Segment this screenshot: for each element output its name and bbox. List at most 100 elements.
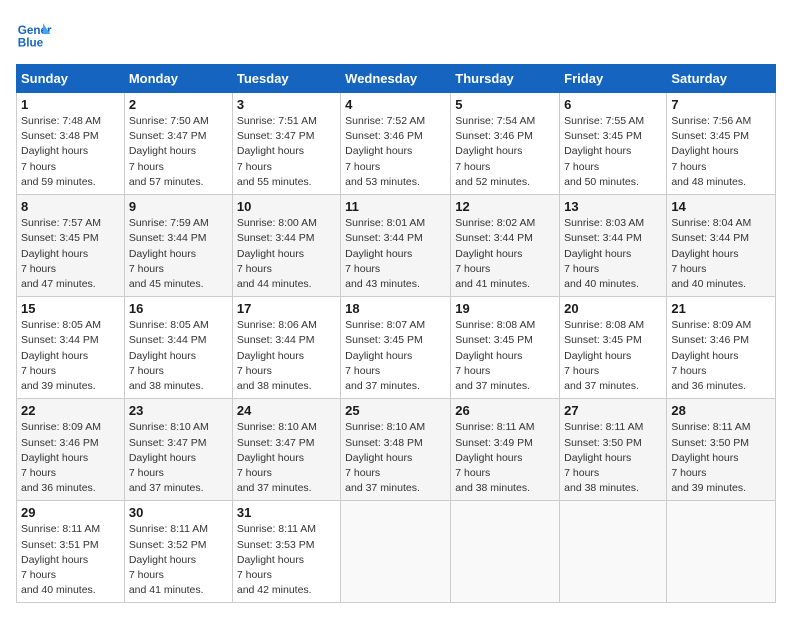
day-info: Sunrise: 7:54 AM Sunset: 3:46 PM Dayligh… xyxy=(455,114,555,190)
day-info: Sunrise: 8:06 AM Sunset: 3:44 PM Dayligh… xyxy=(237,318,336,394)
header-thursday: Thursday xyxy=(451,65,560,93)
day-number: 8 xyxy=(21,199,120,214)
calendar-cell: 20 Sunrise: 8:08 AM Sunset: 3:45 PM Dayl… xyxy=(560,297,667,399)
day-info: Sunrise: 8:10 AM Sunset: 3:47 PM Dayligh… xyxy=(129,420,228,496)
day-number: 10 xyxy=(237,199,336,214)
svg-text:Blue: Blue xyxy=(18,37,44,50)
day-info: Sunrise: 8:11 AM Sunset: 3:50 PM Dayligh… xyxy=(564,420,662,496)
day-number: 27 xyxy=(564,403,662,418)
calendar-table: SundayMondayTuesdayWednesdayThursdayFrid… xyxy=(16,64,776,603)
day-number: 25 xyxy=(345,403,446,418)
calendar-cell: 9 Sunrise: 7:59 AM Sunset: 3:44 PM Dayli… xyxy=(124,195,232,297)
page-header: General Blue xyxy=(16,16,776,52)
calendar-week-5: 29 Sunrise: 8:11 AM Sunset: 3:51 PM Dayl… xyxy=(17,501,776,603)
calendar-cell: 25 Sunrise: 8:10 AM Sunset: 3:48 PM Dayl… xyxy=(341,399,451,501)
day-info: Sunrise: 7:55 AM Sunset: 3:45 PM Dayligh… xyxy=(564,114,662,190)
day-info: Sunrise: 8:05 AM Sunset: 3:44 PM Dayligh… xyxy=(129,318,228,394)
calendar-cell: 11 Sunrise: 8:01 AM Sunset: 3:44 PM Dayl… xyxy=(341,195,451,297)
calendar-cell: 27 Sunrise: 8:11 AM Sunset: 3:50 PM Dayl… xyxy=(560,399,667,501)
calendar-cell: 13 Sunrise: 8:03 AM Sunset: 3:44 PM Dayl… xyxy=(560,195,667,297)
logo: General Blue xyxy=(16,16,56,52)
day-info: Sunrise: 7:50 AM Sunset: 3:47 PM Dayligh… xyxy=(129,114,228,190)
calendar-week-1: 1 Sunrise: 7:48 AM Sunset: 3:48 PM Dayli… xyxy=(17,93,776,195)
day-number: 4 xyxy=(345,97,446,112)
day-number: 2 xyxy=(129,97,228,112)
day-info: Sunrise: 7:48 AM Sunset: 3:48 PM Dayligh… xyxy=(21,114,120,190)
day-number: 12 xyxy=(455,199,555,214)
calendar-header-row: SundayMondayTuesdayWednesdayThursdayFrid… xyxy=(17,65,776,93)
calendar-week-2: 8 Sunrise: 7:57 AM Sunset: 3:45 PM Dayli… xyxy=(17,195,776,297)
header-sunday: Sunday xyxy=(17,65,125,93)
calendar-cell: 17 Sunrise: 8:06 AM Sunset: 3:44 PM Dayl… xyxy=(232,297,340,399)
day-info: Sunrise: 8:04 AM Sunset: 3:44 PM Dayligh… xyxy=(671,216,771,292)
day-info: Sunrise: 7:57 AM Sunset: 3:45 PM Dayligh… xyxy=(21,216,120,292)
calendar-cell xyxy=(560,501,667,603)
calendar-cell: 18 Sunrise: 8:07 AM Sunset: 3:45 PM Dayl… xyxy=(341,297,451,399)
day-info: Sunrise: 8:11 AM Sunset: 3:52 PM Dayligh… xyxy=(129,522,228,598)
header-tuesday: Tuesday xyxy=(232,65,340,93)
day-info: Sunrise: 8:01 AM Sunset: 3:44 PM Dayligh… xyxy=(345,216,446,292)
calendar-cell: 8 Sunrise: 7:57 AM Sunset: 3:45 PM Dayli… xyxy=(17,195,125,297)
day-info: Sunrise: 8:02 AM Sunset: 3:44 PM Dayligh… xyxy=(455,216,555,292)
day-number: 9 xyxy=(129,199,228,214)
day-number: 30 xyxy=(129,505,228,520)
calendar-cell: 3 Sunrise: 7:51 AM Sunset: 3:47 PM Dayli… xyxy=(232,93,340,195)
header-saturday: Saturday xyxy=(667,65,776,93)
day-number: 18 xyxy=(345,301,446,316)
calendar-cell: 28 Sunrise: 8:11 AM Sunset: 3:50 PM Dayl… xyxy=(667,399,776,501)
day-number: 23 xyxy=(129,403,228,418)
day-info: Sunrise: 7:51 AM Sunset: 3:47 PM Dayligh… xyxy=(237,114,336,190)
day-info: Sunrise: 8:11 AM Sunset: 3:50 PM Dayligh… xyxy=(671,420,771,496)
day-info: Sunrise: 8:09 AM Sunset: 3:46 PM Dayligh… xyxy=(21,420,120,496)
day-info: Sunrise: 8:09 AM Sunset: 3:46 PM Dayligh… xyxy=(671,318,771,394)
day-info: Sunrise: 7:52 AM Sunset: 3:46 PM Dayligh… xyxy=(345,114,446,190)
day-number: 16 xyxy=(129,301,228,316)
calendar-cell: 22 Sunrise: 8:09 AM Sunset: 3:46 PM Dayl… xyxy=(17,399,125,501)
calendar-cell: 21 Sunrise: 8:09 AM Sunset: 3:46 PM Dayl… xyxy=(667,297,776,399)
day-number: 3 xyxy=(237,97,336,112)
day-number: 24 xyxy=(237,403,336,418)
day-number: 6 xyxy=(564,97,662,112)
calendar-cell: 2 Sunrise: 7:50 AM Sunset: 3:47 PM Dayli… xyxy=(124,93,232,195)
day-number: 29 xyxy=(21,505,120,520)
day-number: 5 xyxy=(455,97,555,112)
day-info: Sunrise: 8:05 AM Sunset: 3:44 PM Dayligh… xyxy=(21,318,120,394)
calendar-cell xyxy=(451,501,560,603)
calendar-cell: 31 Sunrise: 8:11 AM Sunset: 3:53 PM Dayl… xyxy=(232,501,340,603)
calendar-cell xyxy=(341,501,451,603)
day-info: Sunrise: 7:56 AM Sunset: 3:45 PM Dayligh… xyxy=(671,114,771,190)
calendar-cell: 16 Sunrise: 8:05 AM Sunset: 3:44 PM Dayl… xyxy=(124,297,232,399)
calendar-cell: 4 Sunrise: 7:52 AM Sunset: 3:46 PM Dayli… xyxy=(341,93,451,195)
day-info: Sunrise: 8:08 AM Sunset: 3:45 PM Dayligh… xyxy=(564,318,662,394)
day-number: 14 xyxy=(671,199,771,214)
day-number: 19 xyxy=(455,301,555,316)
day-number: 17 xyxy=(237,301,336,316)
logo-icon: General Blue xyxy=(16,16,52,52)
calendar-cell: 19 Sunrise: 8:08 AM Sunset: 3:45 PM Dayl… xyxy=(451,297,560,399)
day-number: 21 xyxy=(671,301,771,316)
day-number: 1 xyxy=(21,97,120,112)
calendar-cell: 29 Sunrise: 8:11 AM Sunset: 3:51 PM Dayl… xyxy=(17,501,125,603)
day-info: Sunrise: 8:03 AM Sunset: 3:44 PM Dayligh… xyxy=(564,216,662,292)
day-info: Sunrise: 8:08 AM Sunset: 3:45 PM Dayligh… xyxy=(455,318,555,394)
header-monday: Monday xyxy=(124,65,232,93)
day-info: Sunrise: 8:10 AM Sunset: 3:48 PM Dayligh… xyxy=(345,420,446,496)
day-number: 15 xyxy=(21,301,120,316)
header-wednesday: Wednesday xyxy=(341,65,451,93)
day-info: Sunrise: 8:11 AM Sunset: 3:49 PM Dayligh… xyxy=(455,420,555,496)
calendar-week-3: 15 Sunrise: 8:05 AM Sunset: 3:44 PM Dayl… xyxy=(17,297,776,399)
day-number: 13 xyxy=(564,199,662,214)
day-number: 7 xyxy=(671,97,771,112)
calendar-cell: 30 Sunrise: 8:11 AM Sunset: 3:52 PM Dayl… xyxy=(124,501,232,603)
calendar-cell: 5 Sunrise: 7:54 AM Sunset: 3:46 PM Dayli… xyxy=(451,93,560,195)
calendar-cell: 7 Sunrise: 7:56 AM Sunset: 3:45 PM Dayli… xyxy=(667,93,776,195)
day-info: Sunrise: 8:11 AM Sunset: 3:51 PM Dayligh… xyxy=(21,522,120,598)
calendar-cell: 6 Sunrise: 7:55 AM Sunset: 3:45 PM Dayli… xyxy=(560,93,667,195)
day-info: Sunrise: 8:11 AM Sunset: 3:53 PM Dayligh… xyxy=(237,522,336,598)
calendar-cell xyxy=(667,501,776,603)
day-info: Sunrise: 8:00 AM Sunset: 3:44 PM Dayligh… xyxy=(237,216,336,292)
day-number: 31 xyxy=(237,505,336,520)
day-info: Sunrise: 7:59 AM Sunset: 3:44 PM Dayligh… xyxy=(129,216,228,292)
calendar-cell: 26 Sunrise: 8:11 AM Sunset: 3:49 PM Dayl… xyxy=(451,399,560,501)
calendar-week-4: 22 Sunrise: 8:09 AM Sunset: 3:46 PM Dayl… xyxy=(17,399,776,501)
